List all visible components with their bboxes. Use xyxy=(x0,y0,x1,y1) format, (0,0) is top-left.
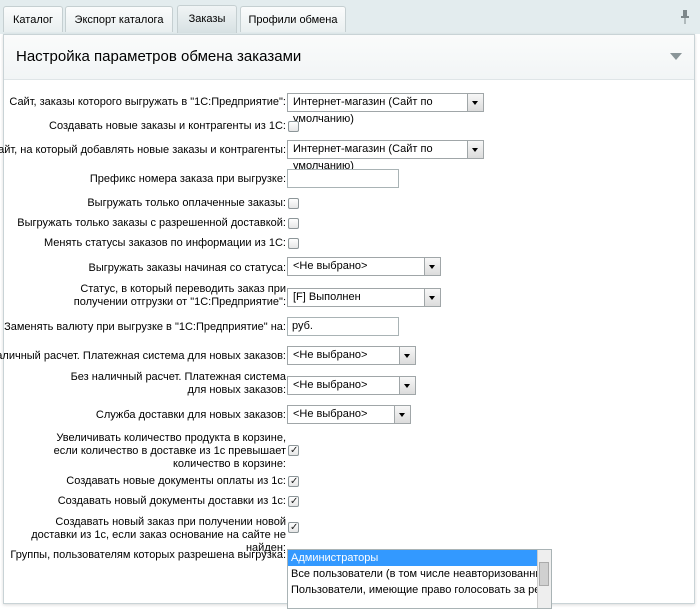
settings-panel: Настройка параметров обмена заказами Сай… xyxy=(0,34,695,609)
scrollbar-thumb[interactable] xyxy=(539,562,549,586)
only-allowed-delivery-checkbox[interactable] xyxy=(288,218,299,229)
checkmark-icon: ✓ xyxy=(290,522,299,533)
prefix-label: Префикс номера заказа при выгрузке: xyxy=(89,173,286,185)
site-export-value: Интернет-магазин (Сайт по умолчанию) xyxy=(293,96,433,125)
currency-input[interactable]: руб. xyxy=(287,317,399,336)
collapse-icon[interactable] xyxy=(670,53,682,60)
checkmark-icon: ✓ xyxy=(290,496,299,507)
only-paid-label: Выгружать только оплаченные заказы: xyxy=(87,197,286,209)
tab-exchange-profiles[interactable]: Профили обмена xyxy=(240,6,346,32)
create-payment-docs-checkbox[interactable]: ✓ xyxy=(288,476,299,487)
chevron-down-icon xyxy=(424,289,440,306)
panel-title: Настройка параметров обмена заказами xyxy=(16,48,302,65)
status-on-receive-select[interactable]: [F] Выполнен xyxy=(287,288,441,307)
delivery-select[interactable]: <Не выбрано> xyxy=(287,405,411,424)
groups-label: Группы, пользователям которых разрешена … xyxy=(10,549,286,561)
delivery-value: <Не выбрано> xyxy=(293,408,368,420)
tabs-bar: Каталог Экспорт каталога Заказы Профили … xyxy=(0,0,700,34)
change-statuses-label: Менять статусы заказов по информации из … xyxy=(43,237,286,249)
create-orders-checkbox[interactable] xyxy=(288,121,299,132)
site-add-value: Интернет-магазин (Сайт по умолчанию) xyxy=(293,143,433,172)
chevron-down-icon xyxy=(394,406,410,423)
chevron-down-icon xyxy=(399,347,415,364)
noncash-pay-select[interactable]: <Не выбрано> xyxy=(287,376,416,395)
site-export-label: Сайт, заказы которого выгружать в "1С:Пр… xyxy=(9,96,286,108)
change-statuses-checkbox[interactable] xyxy=(288,238,299,249)
listbox-scrollbar[interactable] xyxy=(537,550,551,608)
panel-header: Настройка параметров обмена заказами xyxy=(4,35,694,80)
chevron-down-icon xyxy=(467,141,483,158)
checkmark-icon: ✓ xyxy=(290,476,299,487)
site-add-label: Сайт, на который добавлять новые заказы … xyxy=(0,144,286,156)
from-status-value: <Не выбрано> xyxy=(293,260,368,272)
site-add-select[interactable]: Интернет-магазин (Сайт по умолчанию) xyxy=(287,140,484,172)
from-status-select[interactable]: <Не выбрано> xyxy=(287,257,441,276)
cash-pay-value: <Не выбрано> xyxy=(293,349,368,361)
create-delivery-docs-label: Создавать новый документы доставки из 1с… xyxy=(57,495,286,507)
tab-catalog[interactable]: Каталог xyxy=(3,6,63,32)
groups-listbox[interactable]: Администраторы Все пользователи (в том ч… xyxy=(287,549,552,609)
checkmark-icon: ✓ xyxy=(290,445,299,456)
create-payment-docs-label: Создавать новые документы оплаты из 1с: xyxy=(66,475,286,487)
from-status-label: Выгружать заказы начиная со статуса: xyxy=(88,262,286,274)
delivery-label: Служба доставки для новых заказов: xyxy=(95,409,286,421)
groups-option[interactable]: Администраторы xyxy=(288,550,541,566)
only-allowed-delivery-label: Выгружать только заказы с разрешенной до… xyxy=(17,217,286,229)
noncash-pay-label: Без наличный расчет. Платежная система д… xyxy=(70,371,286,396)
pin-icon[interactable] xyxy=(680,10,690,24)
chevron-down-icon xyxy=(467,94,483,111)
status-on-receive-value: [F] Выполнен xyxy=(293,291,361,303)
noncash-pay-value: <Не выбрано> xyxy=(293,379,368,391)
increase-qty-label: Увеличивать количество продукта в корзин… xyxy=(53,432,286,470)
groups-option[interactable]: Пользователи, имеющие право голосовать з… xyxy=(288,582,551,598)
chevron-down-icon xyxy=(424,258,440,275)
tab-orders[interactable]: Заказы xyxy=(177,5,237,33)
only-paid-checkbox[interactable] xyxy=(288,198,299,209)
currency-label: Заменять валюту при выгрузке в "1С:Предп… xyxy=(4,321,286,333)
site-export-select[interactable]: Интернет-магазин (Сайт по умолчанию) xyxy=(287,93,484,125)
create-order-on-delivery-checkbox[interactable]: ✓ xyxy=(288,522,299,533)
status-on-receive-label: Статус, в который переводить заказ при п… xyxy=(73,283,286,308)
create-orders-label: Создавать новые заказы и контрагенты из … xyxy=(49,120,286,132)
create-delivery-docs-checkbox[interactable]: ✓ xyxy=(288,496,299,507)
prefix-input[interactable] xyxy=(287,169,399,188)
tab-catalog-export[interactable]: Экспорт каталога xyxy=(65,6,173,32)
cash-pay-select[interactable]: <Не выбрано> xyxy=(287,346,416,365)
cash-pay-label: Наличный расчет. Платежная система для н… xyxy=(0,350,286,362)
chevron-down-icon xyxy=(399,377,415,394)
groups-option[interactable]: Все пользователи (в том числе неавторизо… xyxy=(288,566,551,582)
increase-qty-checkbox[interactable]: ✓ xyxy=(288,445,299,456)
